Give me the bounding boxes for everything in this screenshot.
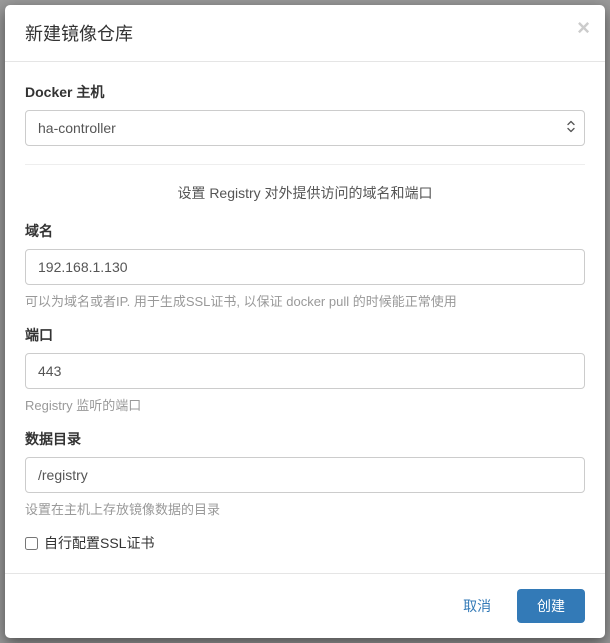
docker-host-select-wrap: ha-controller [25,110,585,146]
port-label: 端口 [25,325,585,345]
divider [25,164,585,165]
ssl-checkbox[interactable] [25,537,38,550]
port-help: Registry 监听的端口 [25,395,585,414]
create-registry-modal: 新建镜像仓库 × Docker 主机 ha-controller 设置 Regi… [5,5,605,638]
modal-title: 新建镜像仓库 [25,20,585,46]
data-dir-help: 设置在主机上存放镜像数据的目录 [25,499,585,518]
domain-help: 可以为域名或者IP. 用于生成SSL证书, 以保证 docker pull 的时… [25,291,585,310]
domain-label: 域名 [25,221,585,241]
modal-body: Docker 主机 ha-controller 设置 Registry 对外提供… [5,62,605,573]
data-dir-group: 数据目录 设置在主机上存放镜像数据的目录 [25,429,585,518]
domain-input[interactable] [25,249,585,285]
data-dir-input[interactable] [25,457,585,493]
docker-host-group: Docker 主机 ha-controller [25,82,585,146]
ssl-checkbox-row: 自行配置SSL证书 [25,533,585,553]
cancel-button[interactable]: 取消 [447,589,507,623]
modal-footer: 取消 创建 [5,573,605,638]
close-icon[interactable]: × [577,17,590,39]
port-input[interactable] [25,353,585,389]
domain-group: 域名 可以为域名或者IP. 用于生成SSL证书, 以保证 docker pull… [25,221,585,310]
data-dir-label: 数据目录 [25,429,585,449]
port-group: 端口 Registry 监听的端口 [25,325,585,414]
modal-header: 新建镜像仓库 × [5,5,605,62]
docker-host-select[interactable]: ha-controller [25,110,585,146]
ssl-checkbox-label: 自行配置SSL证书 [44,533,154,553]
docker-host-label: Docker 主机 [25,82,585,102]
create-button[interactable]: 创建 [517,589,585,623]
section-description: 设置 Registry 对外提供访问的域名和端口 [25,183,585,203]
